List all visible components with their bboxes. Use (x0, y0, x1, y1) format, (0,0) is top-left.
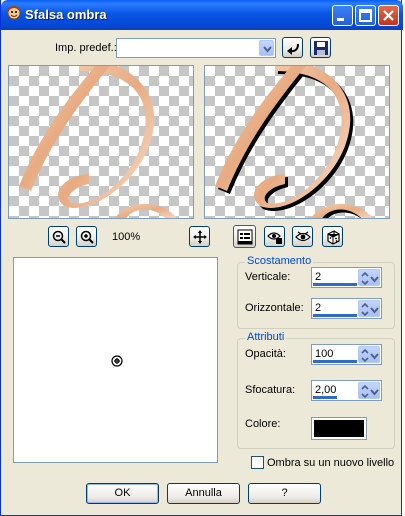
presets-dropdown[interactable] (116, 38, 276, 58)
title-bar[interactable]: Sfalsa ombra (1, 0, 403, 30)
save-preset-button[interactable] (310, 37, 331, 58)
minimize-icon (337, 18, 344, 21)
vertical-spin-buttons[interactable] (358, 269, 380, 286)
shadow-direction-pane[interactable] (13, 257, 218, 463)
zoom-in-button[interactable] (76, 226, 97, 247)
eye-icon (295, 231, 311, 242)
vertical-spinner[interactable]: 2 (311, 267, 382, 288)
attributes-group-title: Attributi (245, 331, 287, 343)
blur-value: 2,00 (315, 384, 337, 396)
color-label: Colore: (245, 418, 281, 430)
original-preview-image (19, 66, 177, 218)
blur-spinner[interactable]: 2,00 (311, 380, 382, 401)
randomize-button[interactable] (322, 226, 343, 247)
undo-arrow-icon (287, 43, 299, 55)
hand-cursor-icon (111, 355, 123, 367)
auto-proof-button[interactable] (233, 225, 256, 248)
blur-spin-buttons[interactable] (358, 382, 380, 399)
pan-button[interactable] (189, 226, 210, 247)
floppy-disk-icon (314, 41, 328, 55)
original-preview[interactable] (8, 65, 194, 219)
opacity-slider-bar[interactable] (313, 360, 357, 363)
app-icon (7, 6, 21, 20)
opacity-value: 100 (315, 348, 334, 360)
zoom-level: 100% (112, 231, 141, 243)
chevron-down-icon (263, 46, 272, 53)
spin-updown-icon (361, 302, 379, 317)
opacity-label: Opacità: (245, 348, 286, 360)
new-layer-checkbox[interactable] (251, 456, 264, 469)
maximize-button[interactable] (355, 5, 376, 26)
close-button[interactable] (378, 5, 399, 26)
vertical-value: 2 (315, 271, 322, 283)
vertical-slider-bar[interactable] (313, 283, 357, 286)
horizontal-spin-buttons[interactable] (358, 300, 380, 317)
maximize-icon (359, 9, 372, 22)
spin-updown-icon (361, 271, 379, 286)
horizontal-value: 2 (315, 302, 322, 314)
dropdown-arrow (259, 40, 274, 56)
help-button[interactable]: ? (248, 483, 321, 504)
minimize-button[interactable] (332, 5, 353, 26)
shadow-color-swatch[interactable] (311, 417, 367, 440)
zoom-out-button[interactable] (48, 226, 69, 247)
reset-preset-button[interactable] (282, 37, 303, 58)
opacity-spin-buttons[interactable] (358, 346, 380, 363)
result-preview-image (215, 66, 373, 218)
list-panel-icon (237, 229, 253, 245)
blur-slider-bar[interactable] (313, 396, 337, 399)
spin-updown-icon (361, 348, 379, 363)
close-icon (383, 10, 394, 21)
horizontal-spinner[interactable]: 2 (311, 298, 382, 319)
preview-toggle-button[interactable] (292, 226, 313, 247)
proof-button[interactable] (264, 226, 285, 247)
eye-lock-icon (267, 232, 282, 244)
offset-group-title: Scostamento (245, 255, 314, 267)
ok-button[interactable]: OK (86, 483, 159, 504)
window-title: Sfalsa ombra (25, 7, 107, 22)
vertical-label: Verticale: (245, 271, 291, 283)
color-fill (314, 420, 364, 437)
zoom-out-icon (52, 230, 66, 244)
zoom-in-icon (80, 230, 94, 244)
opacity-spinner[interactable]: 100 (311, 344, 382, 365)
result-preview[interactable] (204, 65, 390, 219)
cancel-button[interactable]: Annulla (167, 483, 240, 504)
dice-icon (327, 230, 340, 245)
blur-label: Sfocatura: (245, 384, 296, 396)
horizontal-label: Orizzontale: (245, 302, 304, 314)
move-cross-icon (193, 230, 207, 244)
new-layer-label: Ombra su un nuovo livello (267, 457, 395, 469)
horizontal-slider-bar[interactable] (313, 314, 357, 317)
presets-label: Imp. predef.: (55, 42, 117, 54)
spin-updown-icon (361, 384, 379, 399)
dialog-window: Sfalsa ombra Imp. predef.: 100% Scostame… (0, 0, 403, 516)
